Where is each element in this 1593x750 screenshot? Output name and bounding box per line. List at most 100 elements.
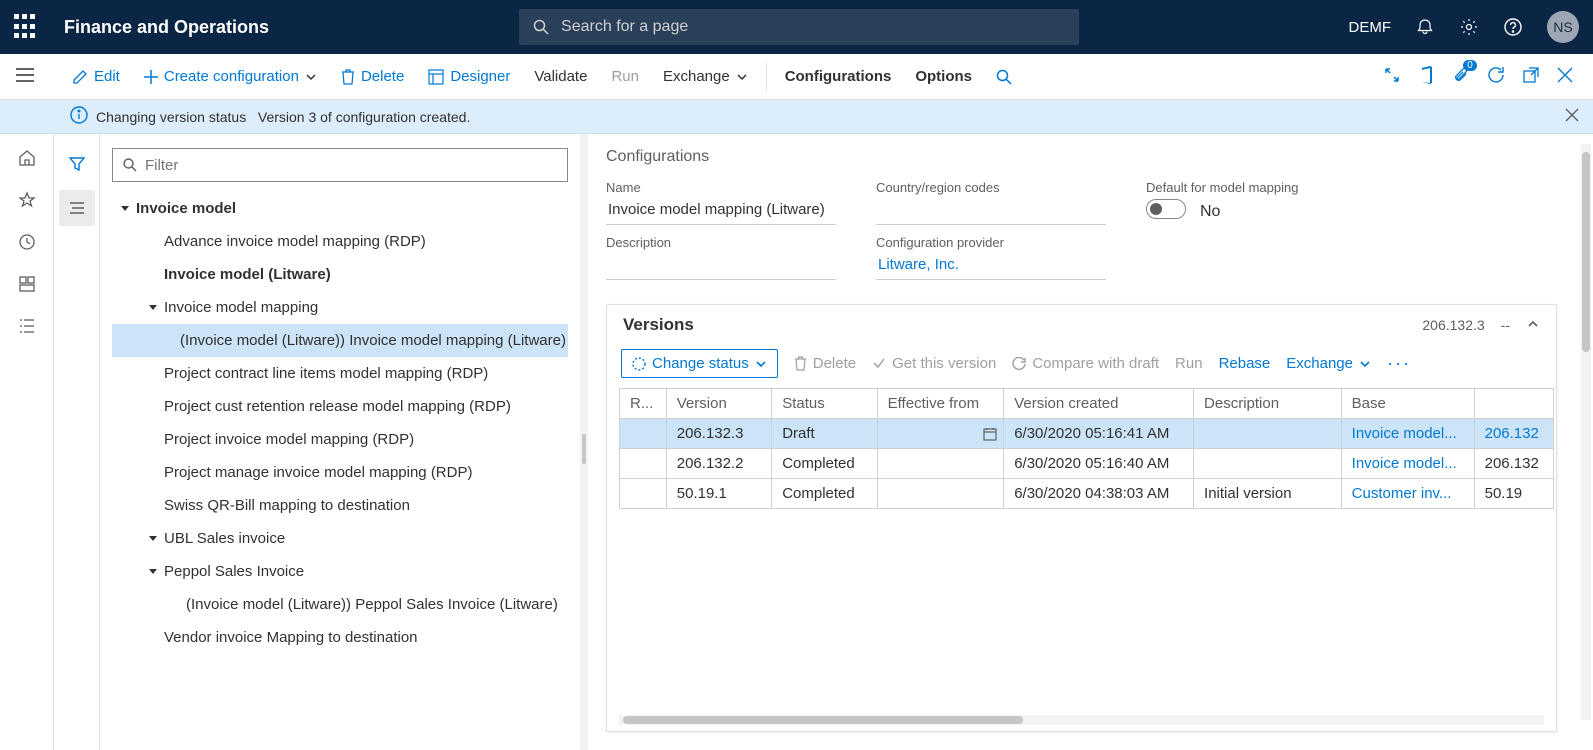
col-version[interactable]: Version — [666, 389, 771, 419]
detail-panel: Configurations NameInvoice model mapping… — [588, 134, 1593, 750]
help-icon[interactable] — [1503, 17, 1523, 37]
col-base-version[interactable] — [1474, 389, 1553, 419]
cell-r[interactable] — [620, 419, 667, 449]
cell-description[interactable] — [1194, 449, 1342, 479]
tree-node[interactable]: Project contract line items model mappin… — [112, 357, 568, 390]
cell-created[interactable]: 6/30/2020 04:38:03 AM — [1004, 479, 1194, 509]
cell-status[interactable]: Completed — [772, 479, 877, 509]
configurations-tree[interactable]: Invoice modelAdvance invoice model mappi… — [112, 192, 568, 654]
tree-node[interactable]: Vendor invoice Mapping to destination — [112, 621, 568, 654]
col-status[interactable]: Status — [772, 389, 877, 419]
cell-effective[interactable] — [877, 449, 1004, 479]
find-button[interactable] — [984, 54, 1024, 99]
tree-node[interactable]: Project invoice model mapping (RDP) — [112, 423, 568, 456]
cell-base-version[interactable]: 206.132 — [1474, 449, 1553, 479]
col-r[interactable]: R... — [620, 389, 667, 419]
workspaces-icon[interactable] — [17, 274, 37, 294]
configurations-tab[interactable]: Configurations — [773, 54, 904, 99]
cell-status[interactable]: Draft — [772, 419, 877, 449]
version-row[interactable]: 206.132.2Completed 6/30/2020 05:16:40 AM I… — [620, 449, 1554, 479]
edit-button[interactable]: Edit — [60, 54, 132, 99]
tree-node[interactable]: Invoice model (Litware) — [112, 258, 568, 291]
horizontal-scrollbar[interactable] — [619, 715, 1544, 725]
tree-node-label: Project invoice model mapping (RDP) — [164, 431, 414, 448]
description-field[interactable] — [606, 254, 836, 280]
delete-button[interactable]: Delete — [329, 54, 416, 99]
home-icon[interactable] — [17, 148, 37, 168]
bell-icon[interactable] — [1415, 17, 1435, 37]
col-base[interactable]: Base — [1341, 389, 1474, 419]
versions-table[interactable]: R... Version Status Effective from Versi… — [619, 388, 1554, 509]
version-row[interactable]: 50.19.1Completed 6/30/2020 04:38:03 AMIni… — [620, 479, 1554, 509]
cell-effective[interactable] — [877, 479, 1004, 509]
cell-created[interactable]: 6/30/2020 05:16:40 AM — [1004, 449, 1194, 479]
tree-node-label: Vendor invoice Mapping to destination — [164, 629, 418, 646]
tree-node[interactable]: (Invoice model (Litware)) Peppol Sales I… — [112, 588, 568, 621]
filter-input[interactable] — [145, 157, 557, 174]
validate-button[interactable]: Validate — [522, 54, 599, 99]
vertical-scrollbar[interactable] — [1581, 144, 1591, 720]
filter-pane-icon[interactable] — [59, 146, 95, 182]
rebase-button[interactable]: Rebase — [1219, 355, 1271, 372]
cell-description[interactable] — [1194, 419, 1342, 449]
country-field[interactable] — [876, 199, 1106, 225]
recent-icon[interactable] — [17, 232, 37, 252]
tree-node[interactable]: Swiss QR-Bill mapping to destination — [112, 489, 568, 522]
popout-icon[interactable] — [1523, 67, 1539, 87]
global-search[interactable]: Search for a page — [519, 9, 1079, 45]
cell-base[interactable]: Customer inv... — [1341, 479, 1474, 509]
tree-node[interactable]: Project manage invoice model mapping (RD… — [112, 456, 568, 489]
col-effective[interactable]: Effective from — [877, 389, 1004, 419]
cell-r[interactable] — [620, 449, 667, 479]
close-icon[interactable] — [1557, 67, 1573, 87]
designer-button[interactable]: Designer — [416, 54, 522, 99]
tree-filter[interactable] — [112, 148, 568, 182]
favorites-icon[interactable] — [17, 190, 37, 210]
tree-node[interactable]: Invoice model — [112, 192, 568, 225]
options-tab[interactable]: Options — [903, 54, 984, 99]
col-description[interactable]: Description — [1194, 389, 1342, 419]
tree-node[interactable]: Advance invoice model mapping (RDP) — [112, 225, 568, 258]
change-status-button[interactable]: Change status — [621, 349, 778, 378]
col-created[interactable]: Version created — [1004, 389, 1194, 419]
lines-view-icon[interactable] — [59, 190, 95, 226]
collapse-icon[interactable] — [1526, 317, 1540, 334]
cell-base[interactable]: Invoice model... — [1341, 449, 1474, 479]
tree-node[interactable]: Project cust retention release model map… — [112, 390, 568, 423]
expand-nav-icon[interactable] — [16, 68, 34, 86]
attachments-icon[interactable]: 0 — [1453, 66, 1469, 88]
versions-exchange-button[interactable]: Exchange — [1286, 355, 1371, 372]
tree-node[interactable]: UBL Sales invoice — [112, 522, 568, 555]
tree-node[interactable]: Invoice model mapping — [112, 291, 568, 324]
cell-created[interactable]: 6/30/2020 05:16:41 AM — [1004, 419, 1194, 449]
cell-base[interactable]: Invoice model... — [1341, 419, 1474, 449]
app-launcher-icon[interactable] — [14, 14, 40, 40]
cell-r[interactable] — [620, 479, 667, 509]
gear-icon[interactable] — [1459, 17, 1479, 37]
splitter[interactable] — [580, 134, 588, 750]
cell-version[interactable]: 206.132.2 — [666, 449, 771, 479]
overflow-icon[interactable]: ··· — [1387, 353, 1411, 374]
cell-description[interactable]: Initial version — [1194, 479, 1342, 509]
user-avatar[interactable]: NS — [1547, 11, 1579, 43]
tree-node[interactable]: (Invoice model (Litware)) Invoice model … — [112, 324, 568, 357]
cell-effective[interactable] — [877, 419, 1004, 449]
exchange-button[interactable]: Exchange — [651, 54, 760, 99]
cell-status[interactable]: Completed — [772, 449, 877, 479]
message-close-icon[interactable] — [1565, 108, 1579, 125]
cell-base-version[interactable]: 50.19 — [1474, 479, 1553, 509]
refresh-icon[interactable] — [1487, 66, 1505, 88]
office-icon[interactable] — [1419, 66, 1435, 88]
version-row[interactable]: 206.132.3Draft 6/30/2020 05:16:41 AM Invoi… — [620, 419, 1554, 449]
cell-version[interactable]: 50.19.1 — [666, 479, 771, 509]
modules-icon[interactable] — [17, 316, 37, 336]
name-field[interactable]: Invoice model mapping (Litware) — [606, 199, 836, 225]
cell-version[interactable]: 206.132.3 — [666, 419, 771, 449]
provider-link[interactable]: Litware, Inc. — [876, 254, 1106, 280]
company-picker[interactable]: DEMF — [1349, 19, 1392, 36]
lifecycle-icon[interactable] — [1383, 66, 1401, 88]
create-configuration-button[interactable]: Create configuration — [132, 54, 329, 99]
tree-node[interactable]: Peppol Sales Invoice — [112, 555, 568, 588]
default-toggle[interactable] — [1146, 199, 1186, 219]
cell-base-version[interactable]: 206.132 — [1474, 419, 1553, 449]
